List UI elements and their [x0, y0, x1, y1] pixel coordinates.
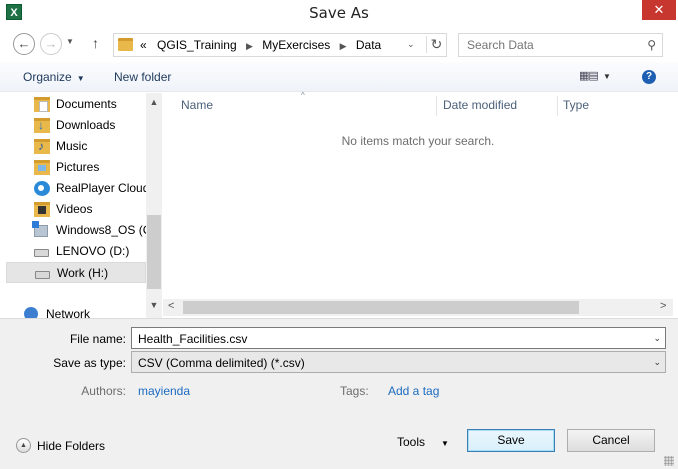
view-dropdown-icon[interactable]: ▼: [603, 72, 611, 81]
scroll-down-icon[interactable]: ▼: [146, 300, 162, 310]
music-icon: [34, 139, 50, 154]
hide-folders-label: Hide Folders: [37, 439, 106, 453]
save-type-label: Save as type:: [53, 356, 126, 370]
save-options-panel: File name: Health_Facilities.csv ⌄ Save …: [0, 318, 678, 469]
empty-results-message: No items match your search.: [341, 134, 495, 148]
up-folder-icon[interactable]: ↑: [92, 35, 99, 51]
sidebar-item-music[interactable]: Music: [6, 136, 146, 157]
scrollbar-thumb[interactable]: [183, 301, 579, 314]
tools-button[interactable]: Tools ▼: [397, 435, 449, 449]
windows-drive-icon: [32, 221, 48, 237]
sidebar-item-work[interactable]: Work (H:): [6, 262, 146, 283]
sidebar-item-label: LENOVO (D:): [56, 244, 130, 258]
chevron-down-icon: ▼: [76, 74, 85, 83]
breadcrumb-myexercises[interactable]: MyExercises: [262, 38, 330, 52]
resize-grip-icon[interactable]: [664, 456, 674, 466]
help-icon[interactable]: ?: [642, 70, 656, 84]
sidebar-item-label: Network: [46, 307, 91, 318]
sidebar-item-documents[interactable]: Documents: [6, 94, 146, 115]
downloads-icon: [34, 118, 50, 133]
scroll-left-icon[interactable]: <: [168, 300, 174, 312]
view-options-icon[interactable]: ▦▤: [579, 69, 599, 82]
sidebar-item-videos[interactable]: Videos: [6, 199, 146, 220]
add-tag-link[interactable]: Add a tag: [388, 384, 439, 398]
refresh-icon[interactable]: ↻: [426, 36, 446, 53]
command-toolbar: Organize ▼ New folder ▦▤ ▼ ?: [0, 62, 678, 92]
column-header-type[interactable]: Type: [563, 93, 589, 118]
address-row: ← → ▼ ↑ « ▶ QGIS_Training ▶ MyExercises …: [0, 30, 678, 60]
file-name-label: File name:: [69, 332, 126, 346]
navigation-scrollbar[interactable]: ▲ ▼: [146, 93, 162, 318]
address-bar[interactable]: « ▶ QGIS_Training ▶ MyExercises ▶ Data ⌄…: [113, 33, 447, 57]
sidebar-item-network[interactable]: Network: [6, 304, 146, 318]
sidebar-item-label: Downloads: [56, 118, 116, 132]
tags-label: Tags:: [340, 384, 369, 398]
title-bar: X Save As ✕: [0, 0, 678, 26]
scroll-right-icon[interactable]: >: [660, 300, 666, 312]
breadcrumb-data[interactable]: Data: [356, 38, 381, 52]
sidebar-item-downloads[interactable]: Downloads: [6, 115, 146, 136]
search-box[interactable]: ⚲: [458, 33, 663, 57]
scrollbar-thumb[interactable]: [147, 215, 161, 289]
save-button[interactable]: Save: [467, 429, 555, 452]
address-dropdown-icon[interactable]: ⌄: [407, 39, 415, 50]
scroll-up-icon[interactable]: ▲: [146, 97, 162, 107]
breadcrumb: « ▶ QGIS_Training ▶ MyExercises ▶ Data: [140, 38, 381, 52]
network-icon: [24, 307, 38, 318]
sidebar-item-label: Pictures: [56, 160, 100, 174]
tools-label: Tools: [397, 435, 426, 449]
back-button[interactable]: ←: [13, 33, 35, 55]
realplayer-cloud-icon: [34, 181, 50, 196]
chevron-down-icon[interactable]: ⌄: [653, 357, 661, 368]
chevron-down-icon[interactable]: ⌄: [653, 333, 661, 344]
recent-locations-icon[interactable]: ▼: [66, 37, 74, 46]
sidebar-item-label: Work (H:): [57, 266, 109, 280]
column-divider[interactable]: [557, 96, 558, 116]
file-list[interactable]: ^ Name Date modified Type No items match…: [163, 91, 673, 301]
sidebar-item-windows8-os[interactable]: Windows8_OS (C: [6, 220, 151, 241]
column-divider[interactable]: [436, 96, 437, 116]
search-icon[interactable]: ⚲: [647, 38, 656, 52]
authors-value[interactable]: mayienda: [138, 384, 190, 398]
sidebar-item-realplayer-cloud[interactable]: RealPlayer Cloud: [6, 178, 150, 199]
new-folder-button[interactable]: New folder: [114, 70, 171, 84]
chevron-up-icon: ▲: [16, 438, 31, 453]
organize-button[interactable]: Organize ▼: [23, 70, 85, 84]
sidebar-item-label: Windows8_OS (C: [56, 223, 152, 237]
documents-icon: [34, 97, 50, 112]
navigation-pane: Documents Downloads Music Pictures RealP…: [0, 93, 162, 318]
file-name-field[interactable]: Health_Facilities.csv ⌄: [131, 327, 666, 349]
sidebar-item-lenovo[interactable]: LENOVO (D:): [6, 241, 146, 262]
sidebar-item-label: RealPlayer Cloud: [56, 181, 150, 195]
breadcrumb-separator-icon[interactable]: ▶: [246, 41, 253, 51]
sidebar-item-label: Music: [56, 139, 88, 153]
sort-ascending-icon: ^: [301, 91, 305, 100]
horizontal-scrollbar[interactable]: < >: [163, 299, 673, 316]
organize-label: Organize: [23, 70, 72, 84]
column-header-date-modified[interactable]: Date modified: [443, 93, 517, 118]
window-title: Save As: [309, 4, 369, 22]
drive-icon: [35, 271, 50, 279]
sidebar-item-label: Documents: [56, 97, 117, 111]
breadcrumb-qgis-training[interactable]: QGIS_Training: [157, 38, 237, 52]
chevron-down-icon: ▼: [441, 439, 449, 448]
save-type-select[interactable]: CSV (Comma delimited) (*.csv) ⌄: [131, 351, 666, 373]
breadcrumb-overflow[interactable]: «: [140, 38, 147, 52]
authors-label: Authors:: [81, 384, 126, 398]
search-input[interactable]: [459, 34, 639, 56]
folder-icon: [118, 38, 133, 51]
column-header-name[interactable]: Name: [181, 93, 213, 118]
file-name-value[interactable]: Health_Facilities.csv: [138, 332, 247, 346]
cancel-button[interactable]: Cancel: [567, 429, 655, 452]
forward-button[interactable]: →: [40, 33, 62, 55]
sidebar-item-label: Videos: [56, 202, 93, 216]
pictures-icon: [34, 160, 50, 175]
close-button[interactable]: ✕: [642, 0, 676, 20]
breadcrumb-separator-icon[interactable]: ▶: [340, 41, 347, 51]
videos-icon: [34, 202, 50, 217]
sidebar-item-pictures[interactable]: Pictures: [6, 157, 146, 178]
save-type-value: CSV (Comma delimited) (*.csv): [138, 356, 305, 370]
drive-icon: [34, 249, 49, 257]
